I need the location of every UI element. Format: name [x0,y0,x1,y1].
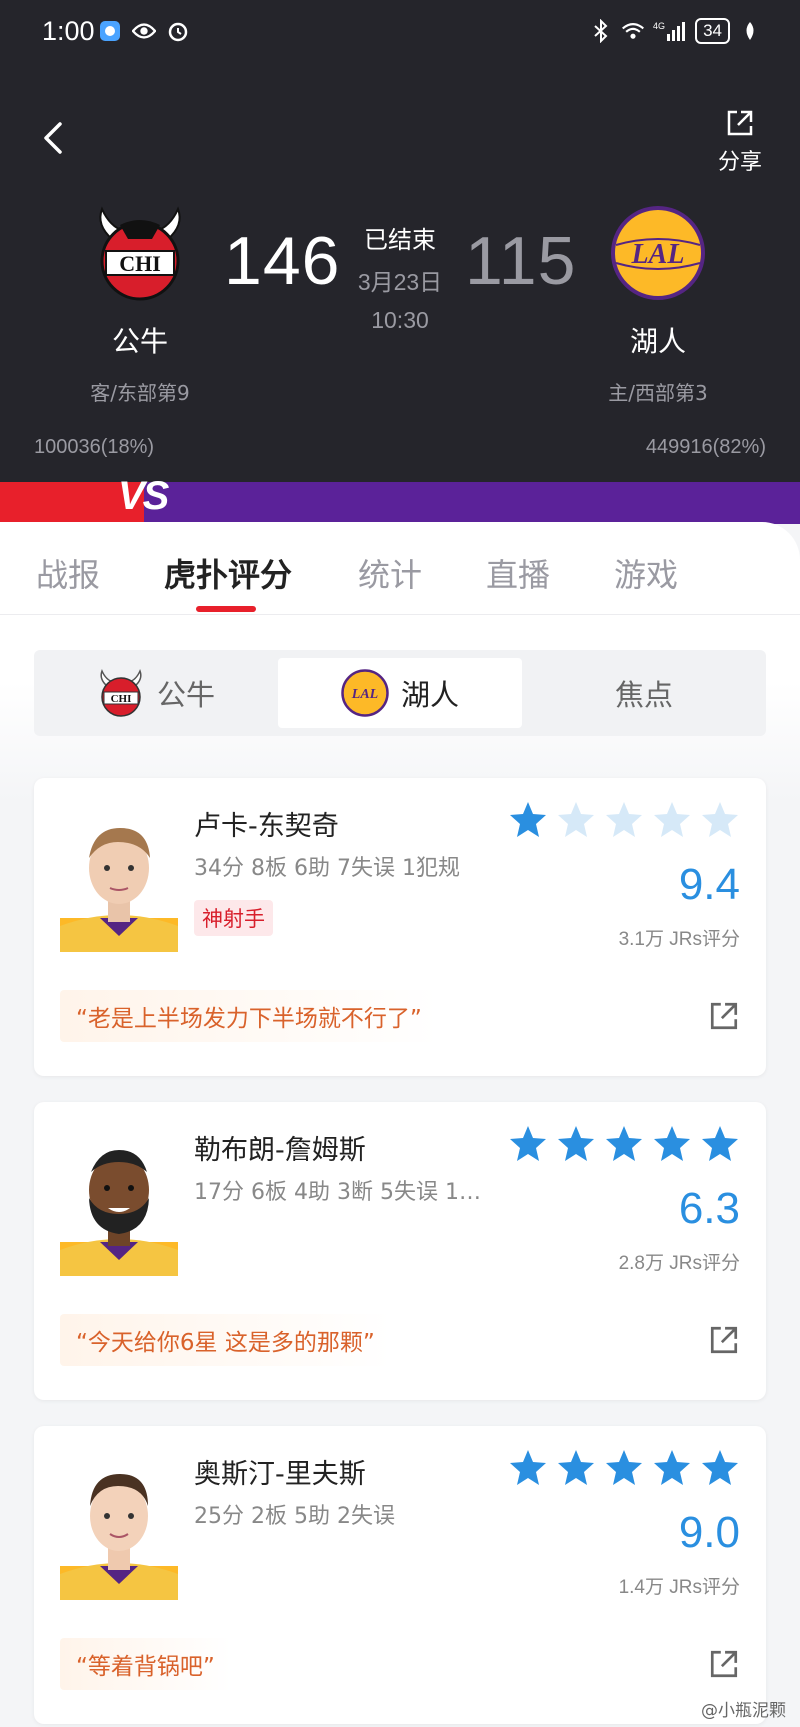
star-empty-icon[interactable] [652,800,692,840]
chevron-left-icon [44,122,62,154]
status-icons-left [98,19,190,43]
segment-bulls-label: 公牛 [156,678,215,712]
vote-share-away [144,482,800,524]
player-tag-badge: 神射手 [194,900,273,936]
hot-comment[interactable]: “等着背锅吧” [60,1638,231,1690]
away-score: 115 [465,223,577,299]
player-name: 勒布朗-詹姆斯 [194,1135,366,1166]
segment-lakers[interactable]: LAL 湖人 [278,658,522,728]
rating-count: 2.8万 JRs评分 [618,1253,740,1274]
star-rating[interactable] [508,1124,740,1164]
player-rating: 6.3 [678,1184,740,1233]
chi-logo-label: CHI [119,251,161,276]
player-portrait [60,1150,178,1276]
tab-active-indicator [196,606,256,612]
tab-live[interactable]: 直播 [486,550,550,596]
lal-logo-icon: LAL [341,669,389,717]
segment-focus[interactable]: 焦点 [522,650,766,736]
chi-logo-icon[interactable]: CHI [92,205,188,301]
share-icon[interactable] [708,1000,740,1032]
status-time: 1:00 [42,16,95,46]
player-rating: 9.0 [678,1508,740,1557]
status-bar: 1:00 4G 34 [0,0,800,66]
player-card[interactable]: 勒布朗-詹姆斯 17分 6板 4助 3断 5失误 1… 6.3 2.8万 JRs… [34,1102,766,1400]
chi-logo-label: CHI [111,693,132,705]
star-filled-icon[interactable] [652,1448,692,1488]
star-filled-icon[interactable] [556,1124,596,1164]
game-status: 已结束 [364,226,436,254]
team-segment-control: CHI 公牛 LAL 湖人 焦点 [34,650,766,736]
player-stats: 17分 6板 4助 3断 5失误 1… [194,1180,481,1205]
share-icon[interactable] [708,1648,740,1680]
chi-logo-icon: CHI [100,669,142,717]
star-filled-icon[interactable] [652,1124,692,1164]
player-name: 奥斯汀-里夫斯 [194,1459,366,1490]
alarm-icon [166,19,190,43]
player-card[interactable]: 奥斯汀-里夫斯 25分 2板 5助 2失误 9.0 1.4万 JRs评分 “等着… [34,1426,766,1724]
segment-bulls[interactable]: CHI 公牛 [34,650,278,736]
tab-stats[interactable]: 统计 [358,550,422,596]
star-filled-icon[interactable] [700,1124,740,1164]
tab-bar: 战报 虎扑评分 统计 直播 游戏 [0,522,800,615]
home-team-rank: 客/东部第9 [90,381,190,405]
rating-count: 3.1万 JRs评分 [618,929,740,950]
rating-count: 1.4万 JRs评分 [618,1577,740,1598]
player-portrait [60,1474,178,1600]
star-rating[interactable] [508,800,740,840]
home-team-name[interactable]: 公牛 [40,320,240,360]
game-date: 3月23日 [357,269,443,295]
star-empty-icon[interactable] [604,800,644,840]
player-stats: 25分 2板 5助 2失误 [194,1504,395,1529]
bluetooth-icon [589,19,613,43]
eye-icon [132,19,156,43]
star-empty-icon[interactable] [556,800,596,840]
network-type-label: 4G [653,21,665,31]
app-notification-icon [98,19,122,43]
star-rating[interactable] [508,1448,740,1488]
home-vote-count: 100036(18%) [34,436,155,458]
wifi-icon [621,19,645,43]
share-icon[interactable] [708,1324,740,1356]
game-header: 1:00 4G 34 分享 CHI 146 已结束 3月23日 10:30 11… [0,0,800,482]
player-name: 卢卡-东契奇 [194,811,339,842]
share-button[interactable]: 分享 [710,108,770,175]
player-card[interactable]: 卢卡-东契奇 34分 8板 6助 7失误 1犯规 神射手 9.4 3.1万 JR… [34,778,766,1076]
star-empty-icon[interactable] [700,800,740,840]
player-rating: 9.4 [678,860,740,909]
lal-logo-label: LAL [631,239,685,270]
status-icons-right: 4G 34 [589,18,762,44]
home-score: 146 [224,223,341,299]
lal-logo-label: LAL [351,687,378,702]
battery-indicator: 34 [695,18,730,44]
tab-games[interactable]: 游戏 [614,550,678,596]
tab-report[interactable]: 战报 [36,550,100,596]
star-filled-icon[interactable] [700,1448,740,1488]
segment-focus-label: 焦点 [614,678,673,712]
away-team-rank: 主/西部第3 [608,381,708,405]
hot-comment[interactable]: “今天给你6星 这是多的那颗” [60,1314,391,1366]
hot-comment[interactable]: “老是上半场发力下半场就不行了” [60,990,438,1042]
player-stats: 34分 8板 6助 7失误 1犯规 [194,856,460,881]
away-vote-count: 449916(82%) [645,436,766,458]
away-team-name[interactable]: 湖人 [558,320,758,360]
lal-logo-icon[interactable]: LAL [610,205,706,301]
star-filled-icon[interactable] [604,1448,644,1488]
star-filled-icon[interactable] [508,1124,548,1164]
game-time: 10:30 [371,307,429,333]
segment-lakers-label: 湖人 [400,678,459,712]
watermark: @小瓶泥颗 [701,1701,786,1721]
share-label: 分享 [717,150,762,175]
player-portrait [60,828,178,952]
tab-ratings[interactable]: 虎扑评分 [164,550,292,596]
star-filled-icon[interactable] [508,800,548,840]
vs-label: VS [118,474,169,518]
star-filled-icon[interactable] [508,1448,548,1488]
share-icon [727,110,753,136]
back-button[interactable] [38,118,70,158]
star-filled-icon[interactable] [556,1448,596,1488]
signal-icon: 4G [653,19,687,43]
leaf-icon [738,19,762,43]
star-filled-icon[interactable] [604,1124,644,1164]
